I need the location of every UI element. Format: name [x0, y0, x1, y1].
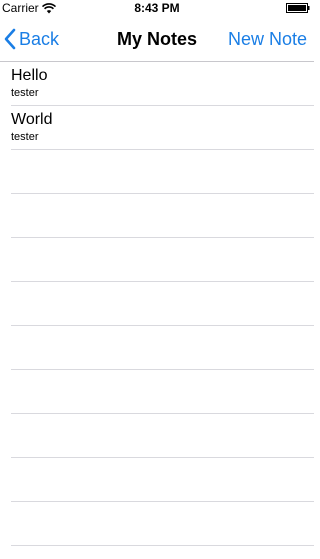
note-author: tester	[11, 87, 39, 99]
note-title: Hello	[11, 67, 48, 84]
empty-row	[11, 414, 314, 458]
empty-row	[11, 282, 314, 326]
battery-icon	[286, 3, 310, 13]
empty-row	[11, 326, 314, 370]
empty-row	[11, 150, 314, 194]
note-title: World	[11, 111, 53, 128]
navigation-bar: Back My Notes New Note	[0, 16, 314, 62]
notes-screen: Carrier 8:43 PM Back My Notes New Note H…	[0, 0, 314, 559]
empty-row	[11, 370, 314, 414]
note-row[interactable]: Hello tester	[11, 62, 314, 106]
empty-row	[11, 238, 314, 282]
empty-row	[11, 502, 314, 546]
status-bar: Carrier 8:43 PM	[0, 0, 314, 16]
status-time: 8:43 PM	[134, 1, 180, 15]
new-note-button[interactable]: New Note	[228, 29, 307, 50]
note-author: tester	[11, 131, 39, 143]
empty-row	[11, 458, 314, 502]
note-row[interactable]: World tester	[11, 106, 314, 150]
notes-list: Hello tester World tester	[0, 62, 314, 546]
empty-row	[11, 194, 314, 238]
